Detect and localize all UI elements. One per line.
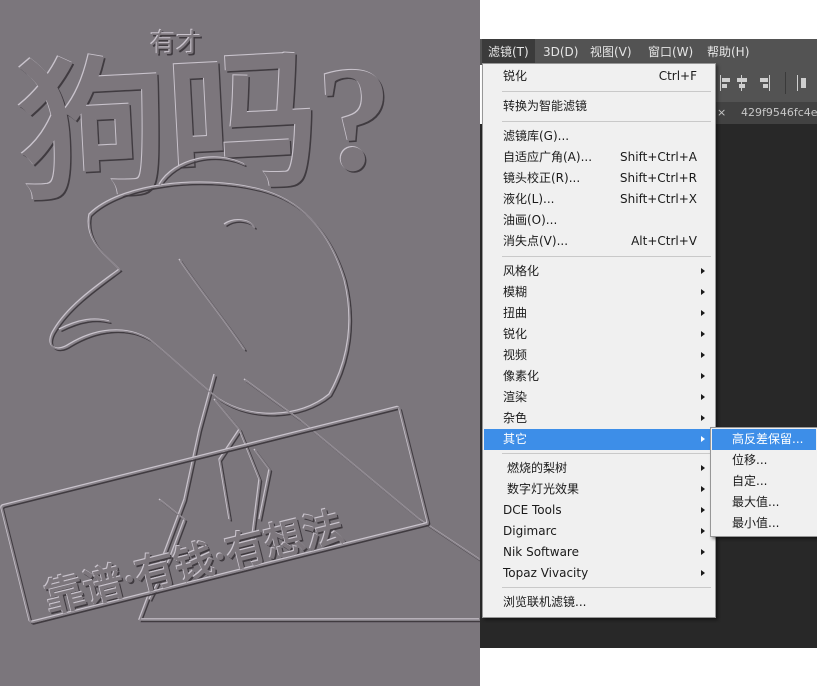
toolbar-divider: [785, 72, 786, 94]
submenu-item-high-pass[interactable]: 高反差保留...: [712, 429, 816, 450]
submenu-item-minimum[interactable]: 最小值...: [712, 513, 816, 534]
submenu-arrow-icon: [701, 549, 705, 555]
menu-item-video[interactable]: 视频: [484, 345, 714, 366]
top-blank-area: [480, 0, 817, 39]
menu-item-distort[interactable]: 扭曲: [484, 303, 714, 324]
align-left-icon[interactable]: [719, 75, 733, 91]
tab-close-icon[interactable]: ×: [717, 102, 726, 124]
menu-view[interactable]: 视图(V): [584, 39, 638, 65]
menu-window[interactable]: 窗口(W): [642, 39, 699, 65]
banner-text: 靠谱·有钱·有想法: [40, 504, 348, 622]
other-submenu: 高反差保留... 位移... 自定... 最大值... 最小值...: [710, 427, 817, 537]
menu-item-stylize[interactable]: 风格化: [484, 261, 714, 282]
menu-item-blur[interactable]: 模糊: [484, 282, 714, 303]
submenu-arrow-icon: [701, 486, 705, 492]
distribute-icon[interactable]: [795, 75, 809, 91]
menu-item-nik-software[interactable]: Nik Software: [484, 542, 714, 563]
submenu-arrow-icon: [701, 570, 705, 576]
submenu-arrow-icon: [701, 310, 705, 316]
menu-item-other[interactable]: 其它: [484, 429, 714, 450]
document-canvas[interactable]: 狗吗? 有才 靠谱·有钱·有想法: [0, 0, 480, 686]
menu-item-render[interactable]: 渲染: [484, 387, 714, 408]
submenu-arrow-icon: [701, 507, 705, 513]
menu-help[interactable]: 帮助(H): [701, 39, 755, 65]
menu-separator: [502, 91, 711, 92]
menu-item-liquify[interactable]: 液化(L)... Shift+Ctrl+X: [484, 189, 714, 210]
menu-item-pixelate[interactable]: 像素化: [484, 366, 714, 387]
submenu-arrow-icon: [701, 289, 705, 295]
menu-item-vanishing-point[interactable]: 消失点(V)... Alt+Ctrl+V: [484, 231, 714, 252]
submenu-arrow-icon: [701, 352, 705, 358]
menu-separator: [502, 256, 711, 257]
submenu-arrow-icon: [701, 415, 705, 421]
menu-filter[interactable]: 滤镜(T): [482, 39, 535, 65]
submenu-arrow-icon: [701, 394, 705, 400]
menu-item-topaz-vivacity[interactable]: Topaz Vivacity: [484, 563, 714, 584]
menu-item-convert-smart-filter[interactable]: 转换为智能滤镜: [484, 96, 714, 117]
submenu-arrow-icon: [701, 436, 705, 442]
menu-item-sharpen-last[interactable]: 锐化 Ctrl+F: [484, 66, 714, 87]
document-tab[interactable]: × 429f9546fc4e: [715, 102, 817, 124]
menu-3d[interactable]: 3D(D): [537, 39, 584, 65]
submenu-arrow-icon: [701, 373, 705, 379]
filter-menu: 锐化 Ctrl+F 转换为智能滤镜 滤镜库(G)... 自适应广角(A)... …: [482, 63, 716, 618]
embossed-artwork: 狗吗? 有才 靠谱·有钱·有想法: [1, 29, 480, 624]
headline-text: 狗吗?: [14, 34, 397, 219]
menu-item-noise[interactable]: 杂色: [484, 408, 714, 429]
menu-item-oil-paint[interactable]: 油画(O)...: [484, 210, 714, 231]
menu-separator: [502, 587, 711, 588]
menu-separator: [502, 453, 711, 454]
menu-item-lens-correction[interactable]: 镜头校正(R)... Shift+Ctrl+R: [484, 168, 714, 189]
tab-title: 429f9546fc4e: [741, 106, 817, 119]
submenu-arrow-icon: [701, 528, 705, 534]
menu-separator: [502, 121, 711, 122]
menu-bar: 滤镜(T) 3D(D) 视图(V) 窗口(W) 帮助(H): [480, 39, 817, 65]
align-center-icon[interactable]: [735, 75, 749, 91]
menu-item-filter-gallery[interactable]: 滤镜库(G)...: [484, 126, 714, 147]
menu-item-burning-pear[interactable]: 燃烧的梨树: [484, 458, 714, 479]
submenu-arrow-icon: [701, 465, 705, 471]
small-text: 有才: [150, 29, 202, 58]
align-right-icon[interactable]: [757, 75, 771, 91]
submenu-item-custom[interactable]: 自定...: [712, 471, 816, 492]
menu-item-digimarc[interactable]: Digimarc: [484, 521, 714, 542]
submenu-arrow-icon: [701, 268, 705, 274]
menu-item-digital-lighting[interactable]: 数字灯光效果: [484, 479, 714, 500]
menu-item-dce-tools[interactable]: DCE Tools: [484, 500, 714, 521]
submenu-item-maximum[interactable]: 最大值...: [712, 492, 816, 513]
options-toolbar: [715, 65, 817, 102]
menu-item-adaptive-wide-angle[interactable]: 自适应广角(A)... Shift+Ctrl+A: [484, 147, 714, 168]
submenu-arrow-icon: [701, 331, 705, 337]
menu-item-browse-online-filters[interactable]: 浏览联机滤镜...: [484, 592, 714, 613]
menu-item-sharpen[interactable]: 锐化: [484, 324, 714, 345]
submenu-item-offset[interactable]: 位移...: [712, 450, 816, 471]
